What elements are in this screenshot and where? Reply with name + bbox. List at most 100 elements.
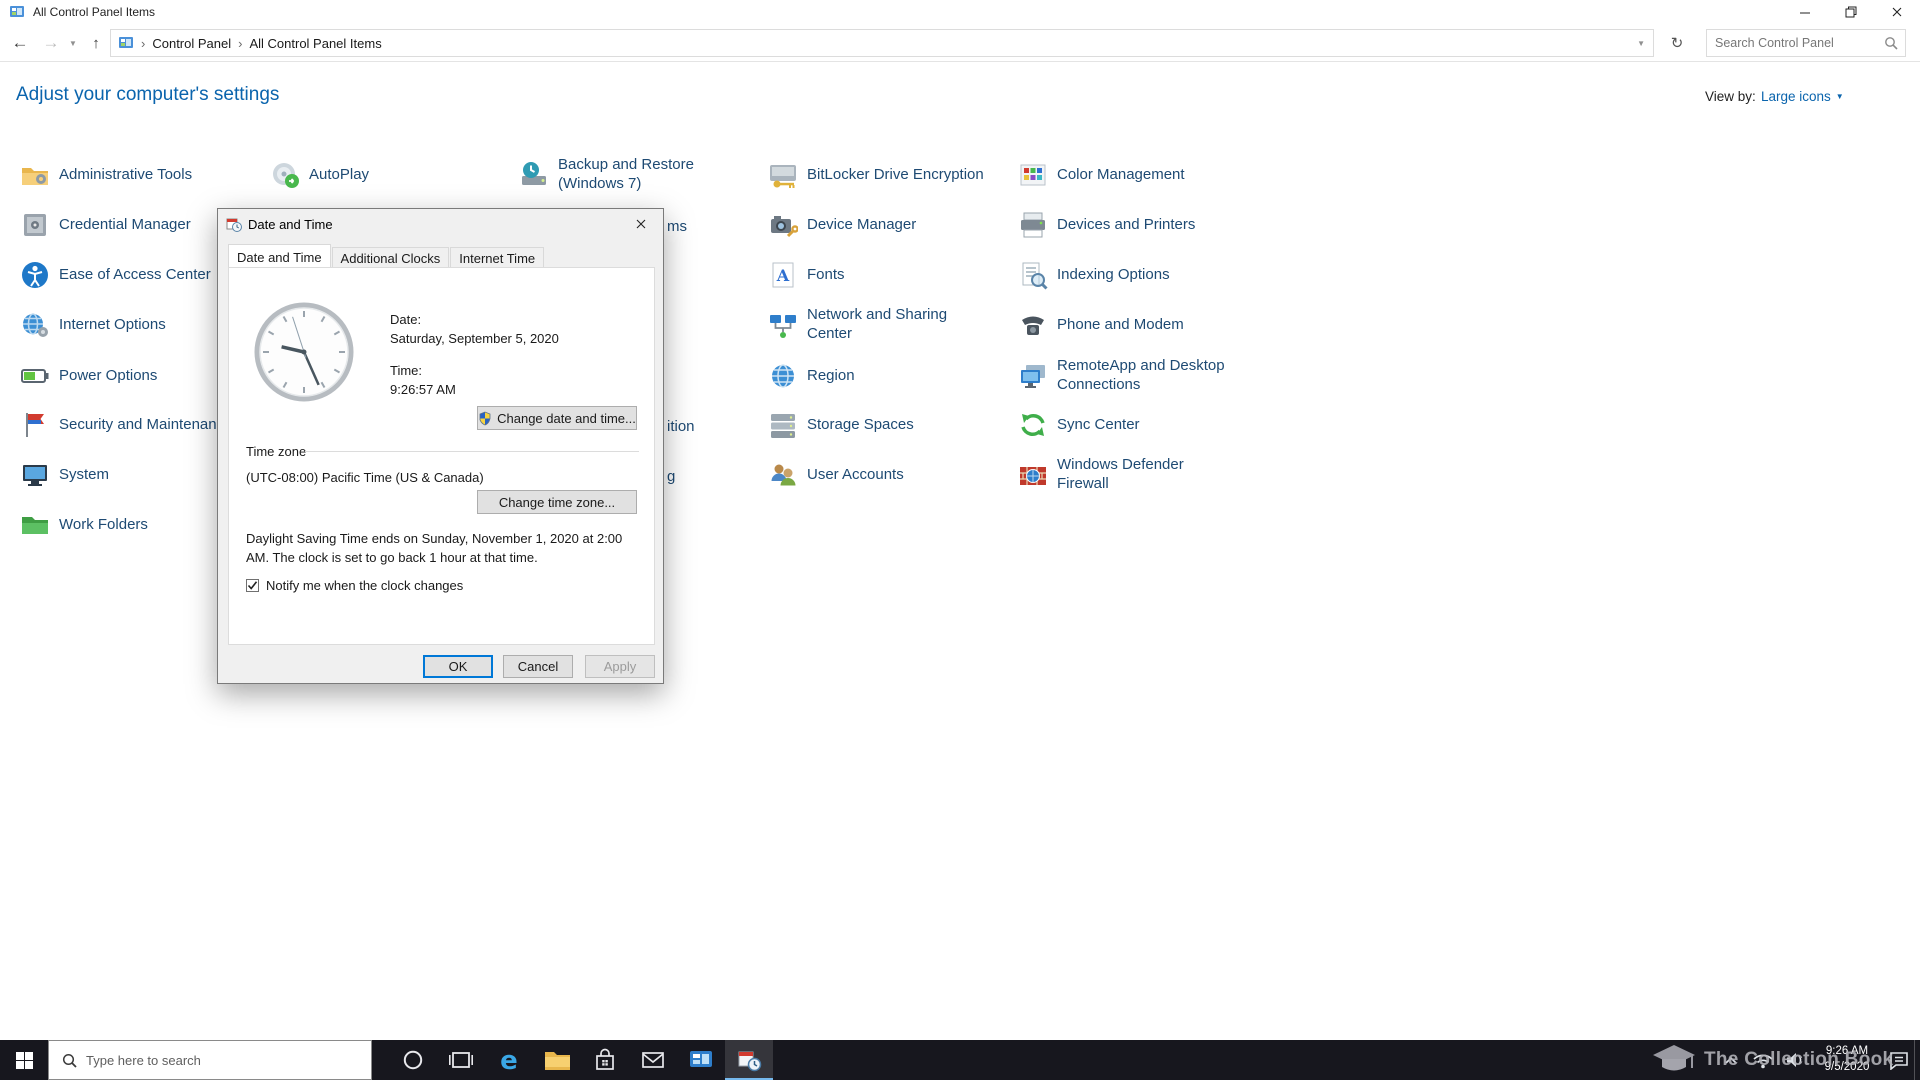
- cp-item-region[interactable]: Region: [768, 354, 855, 398]
- analog-clock: [254, 302, 354, 402]
- recent-pages-dropdown-icon[interactable]: ▼: [64, 24, 82, 62]
- system-tray: 9:26 AM 9/5/2020: [1718, 1040, 1912, 1080]
- minimize-button[interactable]: [1782, 0, 1828, 24]
- view-by-dropdown[interactable]: Large icons ▼: [1761, 89, 1844, 104]
- up-button[interactable]: ↑: [84, 24, 108, 62]
- show-desktop-button[interactable]: [1914, 1040, 1920, 1080]
- dialog-close-button[interactable]: [618, 209, 663, 238]
- taskbar-search[interactable]: [48, 1040, 372, 1080]
- user-accounts-icon: [768, 460, 798, 490]
- ok-button[interactable]: OK: [423, 655, 493, 678]
- refresh-button[interactable]: ↻: [1662, 24, 1692, 62]
- cp-item-security-and-maintenance[interactable]: Security and Maintenance: [20, 403, 232, 447]
- sync-center-icon: [1018, 410, 1048, 440]
- storage-spaces-icon: [768, 410, 798, 440]
- control-panel-icon: [118, 35, 134, 51]
- explorer-search-box[interactable]: [1706, 29, 1906, 57]
- breadcrumb-all-control-panel-items[interactable]: All Control Panel Items: [249, 36, 381, 51]
- edge-icon[interactable]: e: [485, 1040, 533, 1080]
- back-button[interactable]: ←: [6, 24, 34, 62]
- tray-chevron-up-icon[interactable]: [1718, 1040, 1744, 1080]
- security-maintenance-icon: [20, 410, 50, 440]
- cp-item-administrative-tools[interactable]: Administrative Tools: [20, 153, 192, 197]
- dialog-tabs: Date and Time Additional Clocks Internet…: [228, 244, 545, 267]
- tab-date-and-time[interactable]: Date and Time: [228, 244, 331, 267]
- dialog-titlebar[interactable]: Date and Time: [218, 209, 663, 239]
- svg-text:A: A: [776, 266, 790, 285]
- fonts-icon: A: [768, 260, 798, 290]
- cp-item-phone-and-modem[interactable]: Phone and Modem: [1018, 303, 1184, 347]
- cp-item-ease-of-access-center[interactable]: Ease of Access Center: [20, 253, 211, 297]
- time-label: Time:: [390, 363, 423, 378]
- address-dropdown-icon[interactable]: ▼: [1637, 39, 1645, 48]
- cp-item-user-accounts[interactable]: User Accounts: [768, 453, 904, 497]
- forward-button[interactable]: →: [38, 24, 64, 62]
- task-view-button[interactable]: [437, 1040, 485, 1080]
- cp-item-credential-manager[interactable]: Credential Manager: [20, 203, 191, 247]
- tray-clock[interactable]: 9:26 AM 9/5/2020: [1814, 1044, 1880, 1075]
- date-time-dialog-icon: [226, 216, 242, 232]
- cp-item-fonts[interactable]: A Fonts: [768, 253, 845, 297]
- cp-item-windows-defender-firewall[interactable]: Windows Defender Firewall: [1018, 453, 1202, 497]
- cp-item-devices-and-printers[interactable]: Devices and Printers: [1018, 203, 1195, 247]
- volume-icon[interactable]: [1782, 1040, 1808, 1080]
- svg-text:e: e: [500, 1046, 518, 1074]
- start-button[interactable]: [0, 1040, 48, 1080]
- cp-item-power-options[interactable]: Power Options: [20, 354, 157, 398]
- date-label: Date:: [390, 312, 422, 327]
- cp-item-backup-and-restore[interactable]: Backup and Restore (Windows 7): [519, 153, 708, 197]
- page-title: Adjust your computer's settings: [16, 84, 280, 105]
- restore-button[interactable]: [1828, 0, 1874, 24]
- change-time-zone-button[interactable]: Change time zone...: [477, 490, 637, 514]
- cp-item-bitlocker[interactable]: BitLocker Drive Encryption: [768, 153, 984, 197]
- indexing-options-icon: [1018, 260, 1048, 290]
- action-center-icon[interactable]: [1886, 1040, 1912, 1080]
- breadcrumb-separator-icon: ›: [238, 35, 243, 51]
- cp-item-remoteapp[interactable]: RemoteApp and Desktop Connections: [1018, 354, 1242, 398]
- close-button[interactable]: [1874, 0, 1920, 24]
- cp-item-storage-spaces[interactable]: Storage Spaces: [768, 403, 914, 447]
- cp-item-work-folders[interactable]: Work Folders: [20, 503, 148, 547]
- cp-item-partial-label[interactable]: ition: [667, 418, 695, 435]
- cp-item-partial-label[interactable]: g: [667, 468, 675, 485]
- cp-item-internet-options[interactable]: Internet Options: [20, 303, 166, 347]
- region-icon: [768, 361, 798, 391]
- uac-shield-icon: [478, 411, 492, 426]
- cp-item-system[interactable]: System: [20, 453, 109, 497]
- cp-item-autoplay[interactable]: AutoPlay: [270, 153, 369, 197]
- cp-item-sync-center[interactable]: Sync Center: [1018, 403, 1140, 447]
- network-sharing-icon: [768, 310, 798, 340]
- change-date-time-button[interactable]: Change date and time...: [477, 406, 637, 430]
- cp-item-color-management[interactable]: Color Management: [1018, 153, 1185, 197]
- firewall-icon: [1018, 460, 1048, 490]
- apply-button[interactable]: Apply: [585, 655, 655, 678]
- cp-item-device-manager[interactable]: Device Manager: [768, 203, 916, 247]
- group-separator: [305, 451, 639, 452]
- cp-item-network-sharing-center[interactable]: Network and Sharing Center: [768, 303, 962, 347]
- cp-item-indexing-options[interactable]: Indexing Options: [1018, 253, 1170, 297]
- breadcrumb-control-panel[interactable]: Control Panel: [152, 36, 231, 51]
- time-zone-group-label: Time zone: [246, 444, 307, 459]
- network-icon[interactable]: [1750, 1040, 1776, 1080]
- cortana-button[interactable]: [389, 1040, 437, 1080]
- power-options-icon: [20, 361, 50, 391]
- store-icon[interactable]: [581, 1040, 629, 1080]
- cancel-button[interactable]: Cancel: [503, 655, 573, 678]
- view-by-label: View by:: [1705, 89, 1756, 104]
- notify-checkbox[interactable]: Notify me when the clock changes: [246, 578, 463, 593]
- cp-item-partial-label[interactable]: ms: [667, 218, 687, 235]
- tab-internet-time[interactable]: Internet Time: [450, 247, 545, 267]
- mail-icon[interactable]: [629, 1040, 677, 1080]
- search-input[interactable]: [1707, 36, 1884, 50]
- device-manager-icon: [768, 210, 798, 240]
- tab-additional-clocks[interactable]: Additional Clocks: [331, 247, 450, 267]
- file-explorer-icon[interactable]: [533, 1040, 581, 1080]
- date-time-taskbar-icon[interactable]: [725, 1040, 773, 1080]
- address-bar[interactable]: › Control Panel › All Control Panel Item…: [110, 29, 1654, 57]
- control-panel-taskbar-icon[interactable]: [677, 1040, 725, 1080]
- ease-of-access-icon: [20, 260, 50, 290]
- autoplay-icon: [270, 160, 300, 190]
- internet-options-icon: [20, 310, 50, 340]
- taskbar-search-input[interactable]: [86, 1052, 371, 1068]
- backup-restore-icon: [519, 160, 549, 190]
